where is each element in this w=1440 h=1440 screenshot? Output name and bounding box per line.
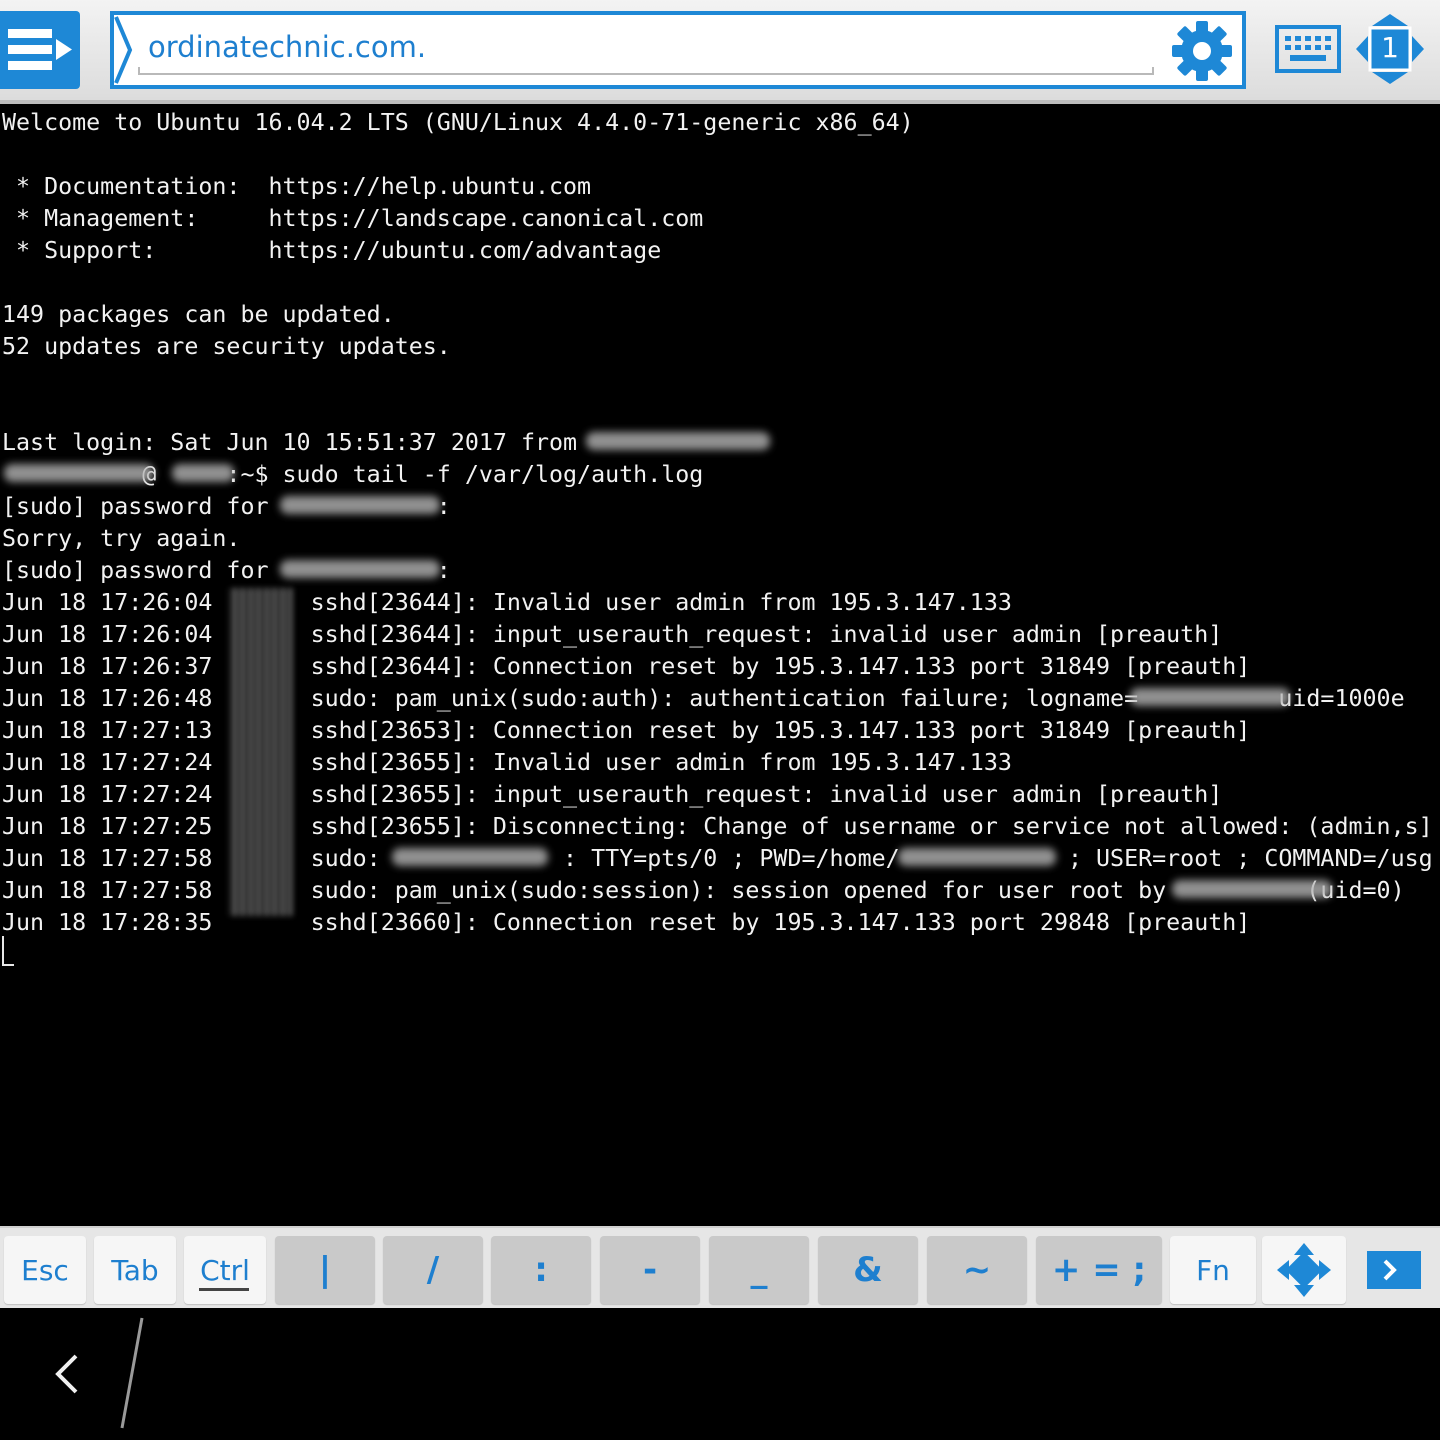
pipe-key[interactable]: | xyxy=(275,1236,375,1304)
redacted-username xyxy=(392,848,548,866)
terminal-line: Jun 18 17:27:24 sshd[23655]: Invalid use… xyxy=(2,749,1012,776)
settings-button[interactable] xyxy=(1170,19,1234,83)
system-nav-bar xyxy=(0,1308,1440,1440)
back-button[interactable] xyxy=(40,1344,100,1404)
arrow-right-icon xyxy=(1367,1251,1421,1289)
redacted-username xyxy=(1172,880,1332,898)
redacted-username xyxy=(898,848,1056,866)
address-chevron-icon xyxy=(114,16,133,84)
host-input[interactable] xyxy=(148,25,1148,69)
slash-key[interactable]: / xyxy=(383,1236,483,1304)
terminal-line: Jun 18 17:27:25 sshd[23655]: Disconnecti… xyxy=(2,813,1433,840)
session-switch-button[interactable]: 1 xyxy=(1356,14,1424,84)
fn-key[interactable]: Fn xyxy=(1170,1236,1256,1304)
dpad-icon xyxy=(1277,1243,1331,1297)
redacted-username xyxy=(280,496,440,514)
terminal-line: Jun 18 17:27:58 sudo: : TTY=pts/0 ; PWD=… xyxy=(2,845,1433,872)
back-chevron-icon xyxy=(55,1354,78,1394)
terminal-line: Jun 18 17:26:04 sshd[23644]: Invalid use… xyxy=(2,589,1012,616)
terminal-line: * Management: https://landscape.canonica… xyxy=(2,205,704,232)
terminal-line: * Documentation: https://help.ubuntu.com xyxy=(2,173,592,200)
terminal-line: Last login: Sat Jun 10 15:51:37 2017 fro… xyxy=(2,429,578,456)
terminal-line: Jun 18 17:28:35 sshd[23660]: Connection … xyxy=(2,909,1251,936)
terminal-line: Sorry, try again. xyxy=(2,525,241,552)
terminal-line: * Support: https://ubuntu.com/advantage xyxy=(2,237,662,264)
address-bar[interactable] xyxy=(110,11,1246,89)
redacted-hostname-column xyxy=(228,588,292,916)
extra-keys-bar: Esc Tab Ctrl | / : - _ & ~ + = ; Fn xyxy=(0,1226,1440,1308)
colon-key[interactable]: : xyxy=(491,1236,591,1304)
keyboard-button[interactable] xyxy=(1274,24,1342,74)
terminal-cursor xyxy=(2,936,14,966)
keyboard-icon xyxy=(1275,25,1341,73)
tilde-key[interactable]: ~ xyxy=(927,1236,1027,1304)
terminal-output[interactable]: Welcome to Ubuntu 16.04.2 LTS (GNU/Linux… xyxy=(0,104,1440,1226)
ctrl-active-indicator xyxy=(199,1288,249,1291)
menu-arrow-icon xyxy=(8,29,72,70)
redacted-username xyxy=(280,560,440,578)
ampersand-key[interactable]: & xyxy=(818,1236,918,1304)
terminal-line: Jun 18 17:27:24 sshd[23655]: input_usera… xyxy=(2,781,1223,808)
top-toolbar: 1 xyxy=(0,0,1440,104)
gear-icon xyxy=(1172,21,1232,81)
terminal-line: Jun 18 17:27:13 sshd[23653]: Connection … xyxy=(2,717,1251,744)
esc-key[interactable]: Esc xyxy=(4,1236,86,1304)
menu-button[interactable] xyxy=(0,11,80,89)
terminal-line: 52 updates are security updates. xyxy=(2,333,451,360)
redacted-username xyxy=(1130,688,1290,706)
redacted-username xyxy=(4,464,154,482)
redacted-host xyxy=(586,432,770,450)
ctrl-key[interactable]: Ctrl xyxy=(184,1236,266,1304)
minus-key[interactable]: - xyxy=(600,1236,700,1304)
cursor-keys-button[interactable] xyxy=(1262,1236,1346,1304)
input-underline xyxy=(138,67,1154,75)
nav-divider xyxy=(120,1317,144,1429)
terminal-line: Welcome to Ubuntu 16.04.2 LTS (GNU/Linux… xyxy=(2,109,914,136)
underscore-key[interactable]: _ xyxy=(709,1236,809,1304)
terminal-line: 149 packages can be updated. xyxy=(2,301,395,328)
terminal-line: Jun 18 17:26:37 sshd[23644]: Connection … xyxy=(2,653,1251,680)
terminal-line: Jun 18 17:26:04 sshd[23644]: input_usera… xyxy=(2,621,1223,648)
tab-key[interactable]: Tab xyxy=(94,1236,176,1304)
plus-equals-semicolon-key[interactable]: + = ; xyxy=(1036,1236,1162,1304)
more-keys-button[interactable] xyxy=(1352,1236,1436,1304)
session-number: 1 xyxy=(1381,31,1399,64)
redacted-hostname xyxy=(172,464,234,482)
